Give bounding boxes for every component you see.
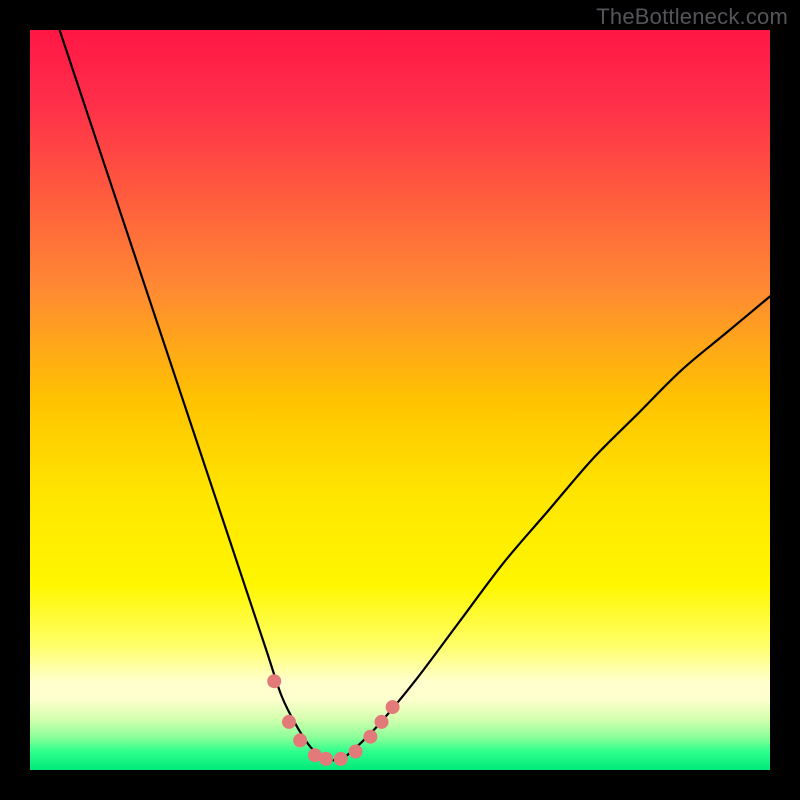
highlight-dot <box>363 730 377 744</box>
highlight-dot <box>293 733 307 747</box>
highlight-dot <box>386 700 400 714</box>
watermark-text: TheBottleneck.com <box>596 4 788 30</box>
highlight-dot <box>375 715 389 729</box>
highlight-dot <box>319 752 333 766</box>
highlight-dot <box>267 674 281 688</box>
plot-area <box>30 30 770 770</box>
highlight-dot <box>349 745 363 759</box>
bottleneck-curve <box>60 30 770 760</box>
highlight-dots <box>267 674 399 766</box>
highlight-dot <box>282 715 296 729</box>
highlight-dot <box>334 752 348 766</box>
chart-frame: TheBottleneck.com <box>0 0 800 800</box>
curve-layer <box>30 30 770 770</box>
